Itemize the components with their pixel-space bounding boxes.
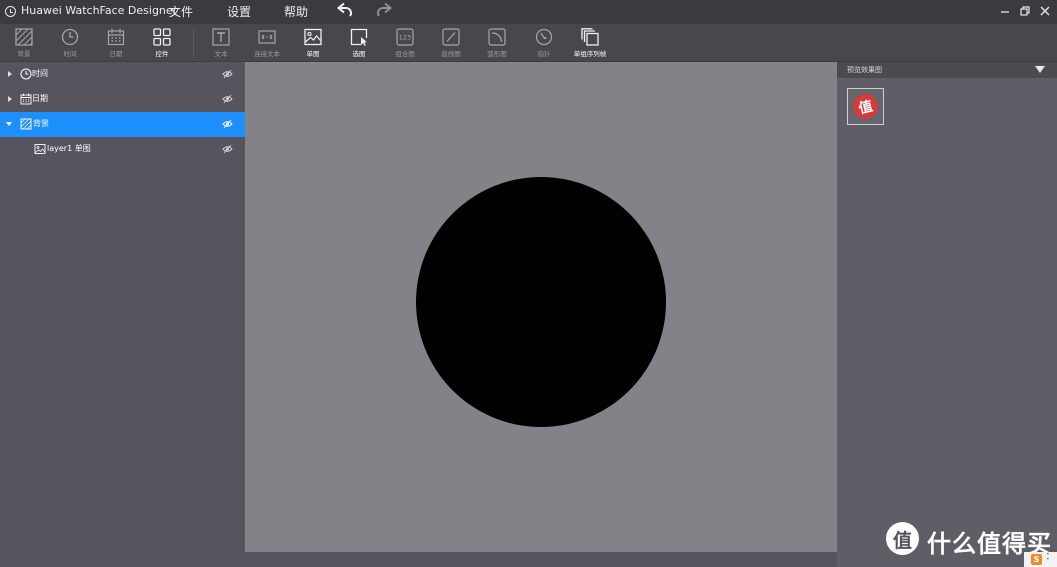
clock-icon [61,28,79,46]
layer-row-layer1[interactable]: layer1 单图 [0,137,245,162]
minimize-icon[interactable] [998,4,1012,18]
collapse-arrow-icon[interactable] [6,122,12,126]
layer-row-background[interactable]: 背景 [0,112,245,137]
watermark-logo: 值 [886,522,919,555]
layer-label: 时间 [32,69,48,78]
tool-label: 单组序列帧 [573,50,607,58]
watermark-glyph: 值 [892,530,912,552]
dropdown-arrow-icon[interactable] [1035,66,1045,73]
widgets-icon [153,28,171,46]
text-icon [212,28,230,46]
image-icon [304,28,322,46]
frame-sequence-icon [581,28,599,46]
select-image-icon [350,28,368,46]
close-icon[interactable] [1038,4,1052,18]
preview-header: 预览效果图 [837,62,1057,78]
visibility-toggle-icon[interactable] [222,119,233,129]
layer-label: 日期 [32,94,48,103]
app-logo-icon [5,6,16,17]
smzdm-logo: 值 [850,91,881,122]
image-icon [34,144,46,154]
tool-frame-sequence[interactable]: 单组序列帧 [566,26,614,60]
menu-settings[interactable]: 设置 [227,3,251,20]
linked-text-icon [258,30,276,44]
thumbnail-glyph: 值 [857,98,875,118]
ime-icon: S [1031,554,1042,565]
tool-widgets[interactable]: 控件 [138,26,186,60]
app-title: Huawei WatchFace Designer [21,4,178,17]
design-canvas[interactable] [245,62,837,552]
menu-help[interactable]: 帮助 [284,3,308,20]
layer-label: layer1 单图 [47,144,91,153]
toolbar: 背景 时间 日期 控件 文本 连接文本 单图 选图 123 组合图 直线图 弧形… [0,24,1057,62]
watch-face-background[interactable] [416,177,666,427]
visibility-toggle-icon[interactable] [222,69,233,79]
visibility-toggle-icon[interactable] [222,94,233,104]
background-icon [20,118,32,130]
combo-image-icon: 123 [396,28,414,46]
title-bar: Huawei WatchFace Designer 文件 设置 帮助 [0,0,1057,24]
expand-arrow-icon[interactable] [8,71,12,77]
layer-label: 背景 [33,119,49,128]
line-chart-icon [442,28,460,46]
redo-icon[interactable] [374,2,394,20]
clock-icon [20,68,32,80]
layer-row-time[interactable]: 时间 [0,62,245,87]
ime-dots-icon: ⠅ [1046,553,1053,563]
tool-label: 控件 [155,50,169,58]
background-icon [15,28,33,46]
preview-thumbnail[interactable]: 值 [847,88,884,125]
svg-text:123: 123 [399,34,411,42]
layer-panel: 时间 日期 背景 layer1 单图 [0,62,245,567]
arc-chart-icon [488,28,506,46]
undo-icon[interactable] [335,2,355,20]
calendar-icon [107,29,125,46]
menu-file[interactable]: 文件 [169,3,193,20]
ime-indicator: S ⠅ [1024,552,1057,567]
visibility-toggle-icon[interactable] [222,144,233,154]
pointer-icon [535,28,553,46]
calendar-icon [20,93,32,105]
site-watermark: 值 什么值得买 [886,522,1051,558]
layer-row-date[interactable]: 日期 [0,87,245,112]
expand-arrow-icon[interactable] [8,96,12,102]
preview-title: 预览效果图 [847,66,882,74]
restore-icon[interactable] [1018,4,1032,18]
preview-panel: 预览效果图 值 [837,62,1057,567]
